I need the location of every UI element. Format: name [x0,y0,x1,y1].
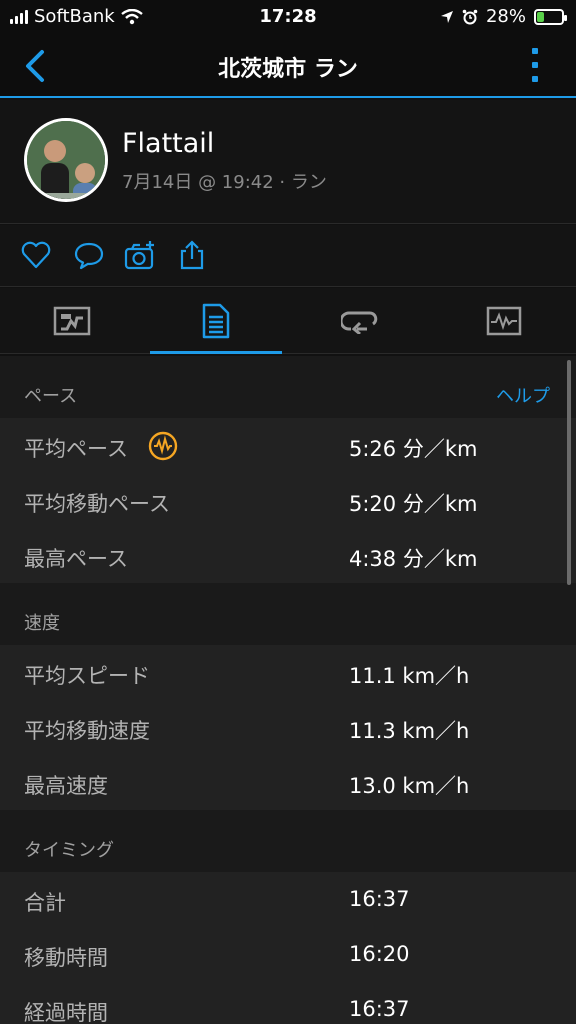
stats-list[interactable]: ペース ヘルプ 平均ペース 5:26 分／km 平均移動ペース 5:20 分／k… [0,356,576,1024]
add-photo-icon[interactable] [124,239,156,271]
stat-row-elapsed-time: 経過時間 16:37 [0,982,576,1024]
stat-value: 13.0 km／h [349,774,470,798]
action-bar [0,225,576,287]
stat-row-moving-time: 移動時間 16:20 [0,927,576,982]
stat-value: 11.1 km／h [349,664,470,688]
stat-label: 経過時間 [24,1001,108,1024]
charts-icon [486,306,522,336]
stat-label: 最高速度 [24,774,108,798]
status-bar: SoftBank 17:28 28% [0,0,576,34]
stat-value: 5:26 分／km [349,437,478,461]
status-right: 28% [440,6,567,27]
battery-percent: 28% [485,6,526,27]
overview-map-icon [53,306,91,336]
more-options-icon[interactable] [532,48,540,82]
stat-label: 平均ペース [24,437,128,461]
section-header-pace: ペース ヘルプ [0,356,576,418]
scrollbar[interactable] [567,360,571,585]
tab-stats[interactable] [144,288,288,354]
avatar[interactable] [24,118,108,202]
stat-row-total-time: 合計 16:37 [0,872,576,927]
activity-date: 7月14日 @ 19:42 · ラン [122,172,327,193]
section-label: 速度 [24,613,60,634]
stat-row-avg-pace: 平均ペース 5:26 分／km [0,418,576,473]
section-label: ペース [24,386,78,407]
share-icon[interactable] [176,239,208,271]
avatar-photo-icon [27,121,105,199]
stats-list-icon [202,303,230,339]
stat-label: 平均移動速度 [24,719,150,743]
tab-laps[interactable] [288,288,432,354]
tab-charts[interactable] [432,288,576,354]
comment-icon[interactable] [73,239,105,271]
stat-row-avg-moving-pace: 平均移動ペース 5:20 分／km [0,473,576,528]
section-label: タイミング [24,840,114,861]
stat-value: 16:37 [349,887,410,911]
section-header-timing: タイミング [0,810,576,872]
location-icon [440,10,453,23]
stat-value: 16:20 [349,942,410,966]
stat-row-best-pace: 最高ペース 4:38 分／km [0,528,576,583]
tab-overview[interactable] [0,288,144,354]
stat-row-max-speed: 最高速度 13.0 km／h [0,755,576,810]
alarm-icon [462,9,478,24]
stat-value: 16:37 [349,997,410,1021]
stat-label: 平均スピード [24,664,150,688]
heart-icon[interactable] [20,239,52,271]
stat-row-avg-speed: 平均スピード 11.1 km／h [0,645,576,700]
stat-label: 合計 [24,891,66,915]
user-name[interactable]: Flattail [122,128,214,159]
laps-icon [341,311,378,334]
stat-label: 最高ペース [24,547,128,571]
section-header-speed: 速度 [0,583,576,645]
stat-row-avg-moving-speed: 平均移動速度 11.3 km／h [0,700,576,755]
stat-label: 移動時間 [24,946,108,970]
nav-bar: 北茨城市 ラン [0,34,576,98]
page-title: 北茨城市 ラン [218,57,358,82]
help-link[interactable]: ヘルプ [496,382,550,408]
stat-value: 4:38 分／km [349,547,478,571]
battery-icon [534,8,567,25]
stat-label: 平均移動ペース [24,492,170,516]
tab-bar [0,288,576,354]
stat-value: 11.3 km／h [349,719,470,743]
activity-header: Flattail 7月14日 @ 19:42 · ラン [0,100,576,224]
stat-value: 5:20 分／km [349,492,478,516]
pace-indicator-icon[interactable] [148,431,178,461]
